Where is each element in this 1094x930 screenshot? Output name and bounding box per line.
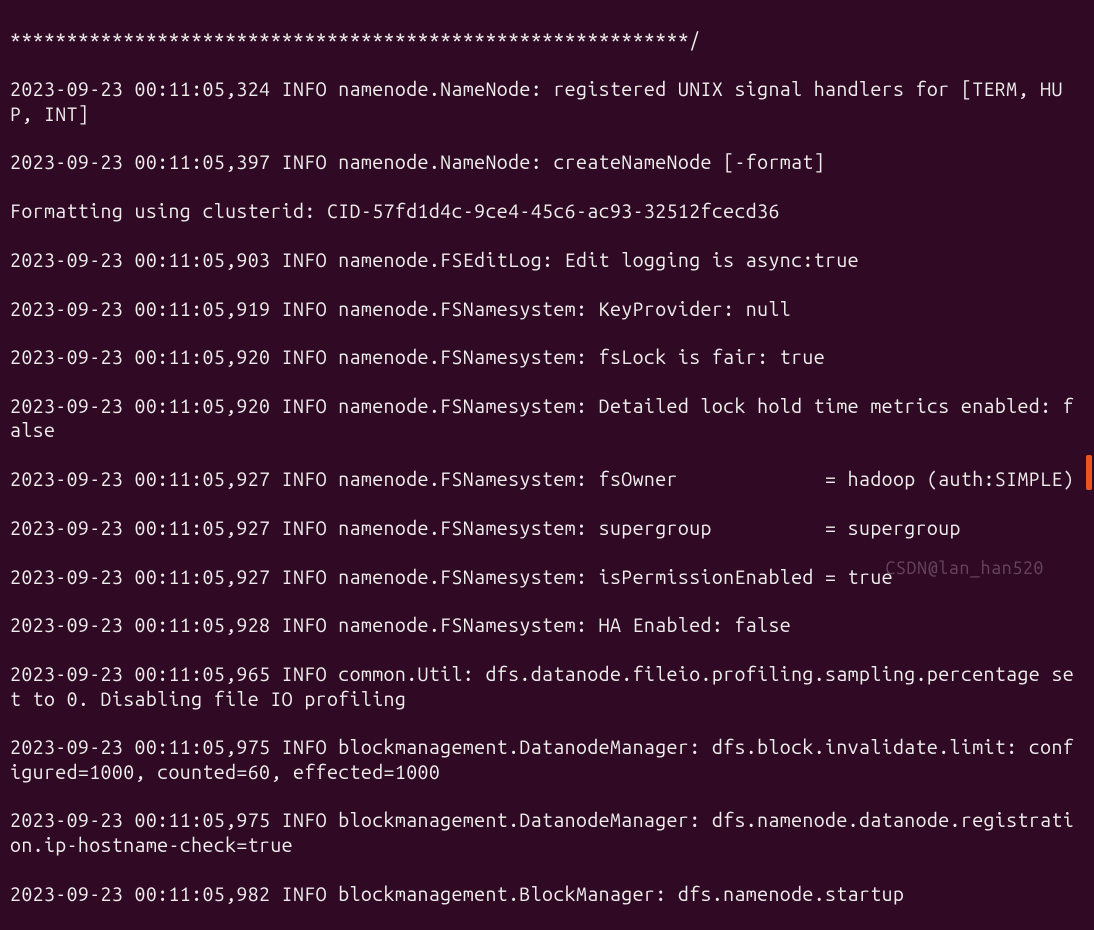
log-line: Formatting using clusterid: CID-57fd1d4c…: [10, 199, 1084, 223]
watermark: CSDN@lan_han520: [885, 557, 1044, 580]
log-line: 2023-09-23 00:11:05,975 INFO blockmanage…: [10, 735, 1084, 784]
log-line: ****************************************…: [10, 28, 1084, 52]
log-line: 2023-09-23 00:11:05,928 INFO namenode.FS…: [10, 613, 1084, 637]
log-line: 2023-09-23 00:11:05,982 INFO blockmanage…: [10, 882, 1084, 906]
log-line: 2023-09-23 00:11:05,927 INFO namenode.FS…: [10, 516, 1084, 540]
scrollbar-thumb[interactable]: [1086, 455, 1092, 490]
log-line: 2023-09-23 00:11:05,397 INFO namenode.Na…: [10, 150, 1084, 174]
log-line: 2023-09-23 00:11:05,919 INFO namenode.FS…: [10, 297, 1084, 321]
log-line: 2023-09-23 00:11:05,903 INFO namenode.FS…: [10, 248, 1084, 272]
log-line: 2023-09-23 00:11:05,965 INFO common.Util…: [10, 662, 1084, 711]
log-line: 2023-09-23 00:11:05,920 INFO namenode.FS…: [10, 345, 1084, 369]
log-line: 2023-09-23 00:11:05,920 INFO namenode.FS…: [10, 394, 1084, 443]
log-line: 2023-09-23 00:11:05,927 INFO namenode.FS…: [10, 467, 1084, 491]
log-line: 2023-09-23 00:11:05,975 INFO blockmanage…: [10, 808, 1084, 857]
log-line: 2023-09-23 00:11:05,324 INFO namenode.Na…: [10, 77, 1084, 126]
terminal-output: ****************************************…: [10, 4, 1084, 930]
